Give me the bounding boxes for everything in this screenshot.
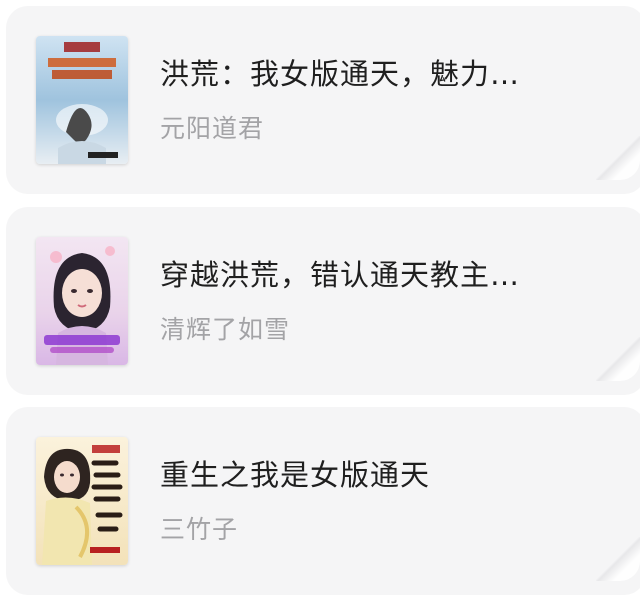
book-card[interactable]: 穿越洪荒，错认通天教主… 清辉了如雪 (6, 207, 640, 395)
book-title[interactable]: 重生之我是女版通天 (160, 457, 430, 493)
book-card[interactable]: 洪荒：我女版通天，魅力… 元阳道君 (6, 6, 640, 194)
book-cover-image[interactable] (36, 237, 128, 365)
book-title[interactable]: 洪荒：我女版通天，魅力… (160, 56, 520, 92)
book-cover-image[interactable] (36, 437, 128, 565)
book-card[interactable]: 重生之我是女版通天 三竹子 (6, 407, 640, 595)
book-author: 三竹子 (160, 515, 239, 544)
book-cover-portrait-woman-icon (36, 437, 128, 565)
book-author: 清辉了如雪 (160, 315, 291, 344)
book-cover-portrait-girl-icon (36, 237, 128, 365)
book-cover-sky-dragon-icon (36, 36, 128, 164)
book-title[interactable]: 穿越洪荒，错认通天教主… (160, 257, 520, 293)
book-cover-image[interactable] (36, 36, 128, 164)
page-curl-decoration (596, 337, 640, 381)
page-curl-decoration (596, 537, 640, 581)
book-author: 元阳道君 (160, 114, 265, 143)
book-list: 洪荒：我女版通天，魅力… 元阳道君 穿越洪荒，错认通天教主… 清辉了如雪 重生之… (0, 0, 640, 597)
page-curl-decoration (596, 136, 640, 180)
